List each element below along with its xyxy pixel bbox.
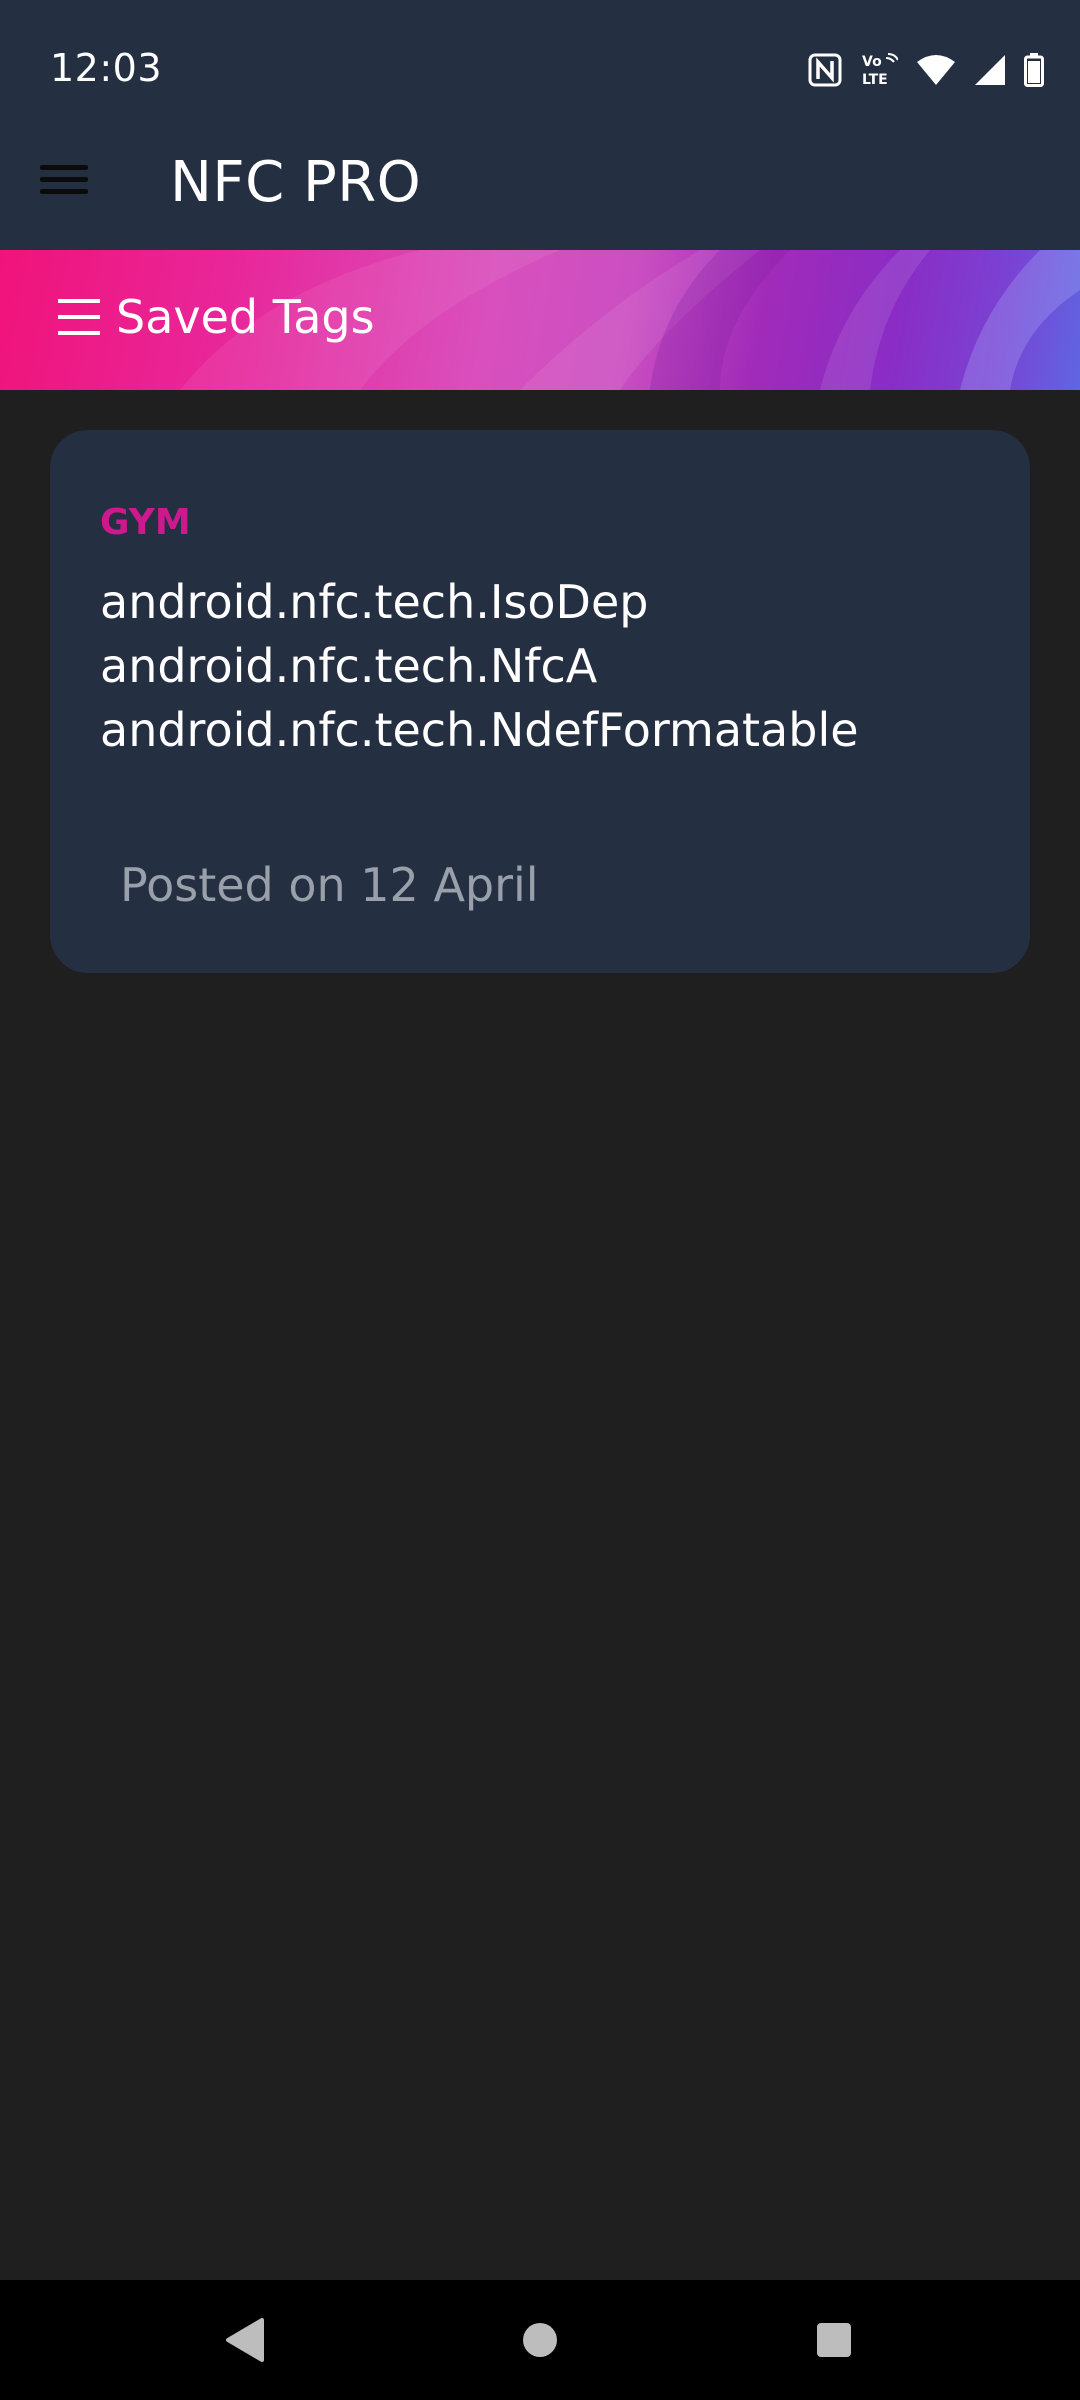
recents-icon <box>817 2323 851 2357</box>
list-icon <box>58 295 102 339</box>
tag-name: GYM <box>100 502 191 543</box>
tech-item: android.nfc.tech.NfcA <box>100 639 598 693</box>
saved-tag-card[interactable]: GYM android.nfc.tech.IsoDep android.nfc.… <box>50 430 1030 973</box>
home-icon <box>523 2323 557 2357</box>
battery-icon <box>1024 53 1044 87</box>
saved-tags-banner: Saved Tags <box>0 250 1080 390</box>
banner-title: Saved Tags <box>116 290 375 344</box>
wifi-icon <box>916 54 956 86</box>
posted-date: Posted on 12 April <box>120 858 539 912</box>
signal-icon <box>974 54 1006 86</box>
hamburger-menu-button[interactable] <box>40 160 90 200</box>
top-app-bar: 12:03 Vo LTE NFC PRO <box>0 0 1080 250</box>
tech-item: android.nfc.tech.NdefFormatable <box>100 703 859 757</box>
app-title: NFC PRO <box>170 150 422 215</box>
svg-text:Vo: Vo <box>862 54 882 70</box>
tag-tech-list: android.nfc.tech.IsoDep android.nfc.tech… <box>100 570 859 762</box>
screen: 12:03 Vo LTE NFC PRO Saved Tags GYM andr… <box>0 0 1080 2400</box>
nfc-icon <box>808 53 842 87</box>
recents-button[interactable] <box>804 2310 864 2370</box>
status-time: 12:03 <box>50 46 163 90</box>
svg-text:LTE: LTE <box>862 72 888 88</box>
back-button[interactable] <box>214 2310 274 2370</box>
volte-icon: Vo LTE <box>860 51 898 89</box>
home-button[interactable] <box>510 2310 570 2370</box>
banner-heading: Saved Tags <box>58 290 375 344</box>
system-navigation-bar <box>0 2280 1080 2400</box>
status-icons: Vo LTE <box>808 50 1044 90</box>
tech-item: android.nfc.tech.IsoDep <box>100 575 649 629</box>
back-icon <box>226 2318 264 2362</box>
